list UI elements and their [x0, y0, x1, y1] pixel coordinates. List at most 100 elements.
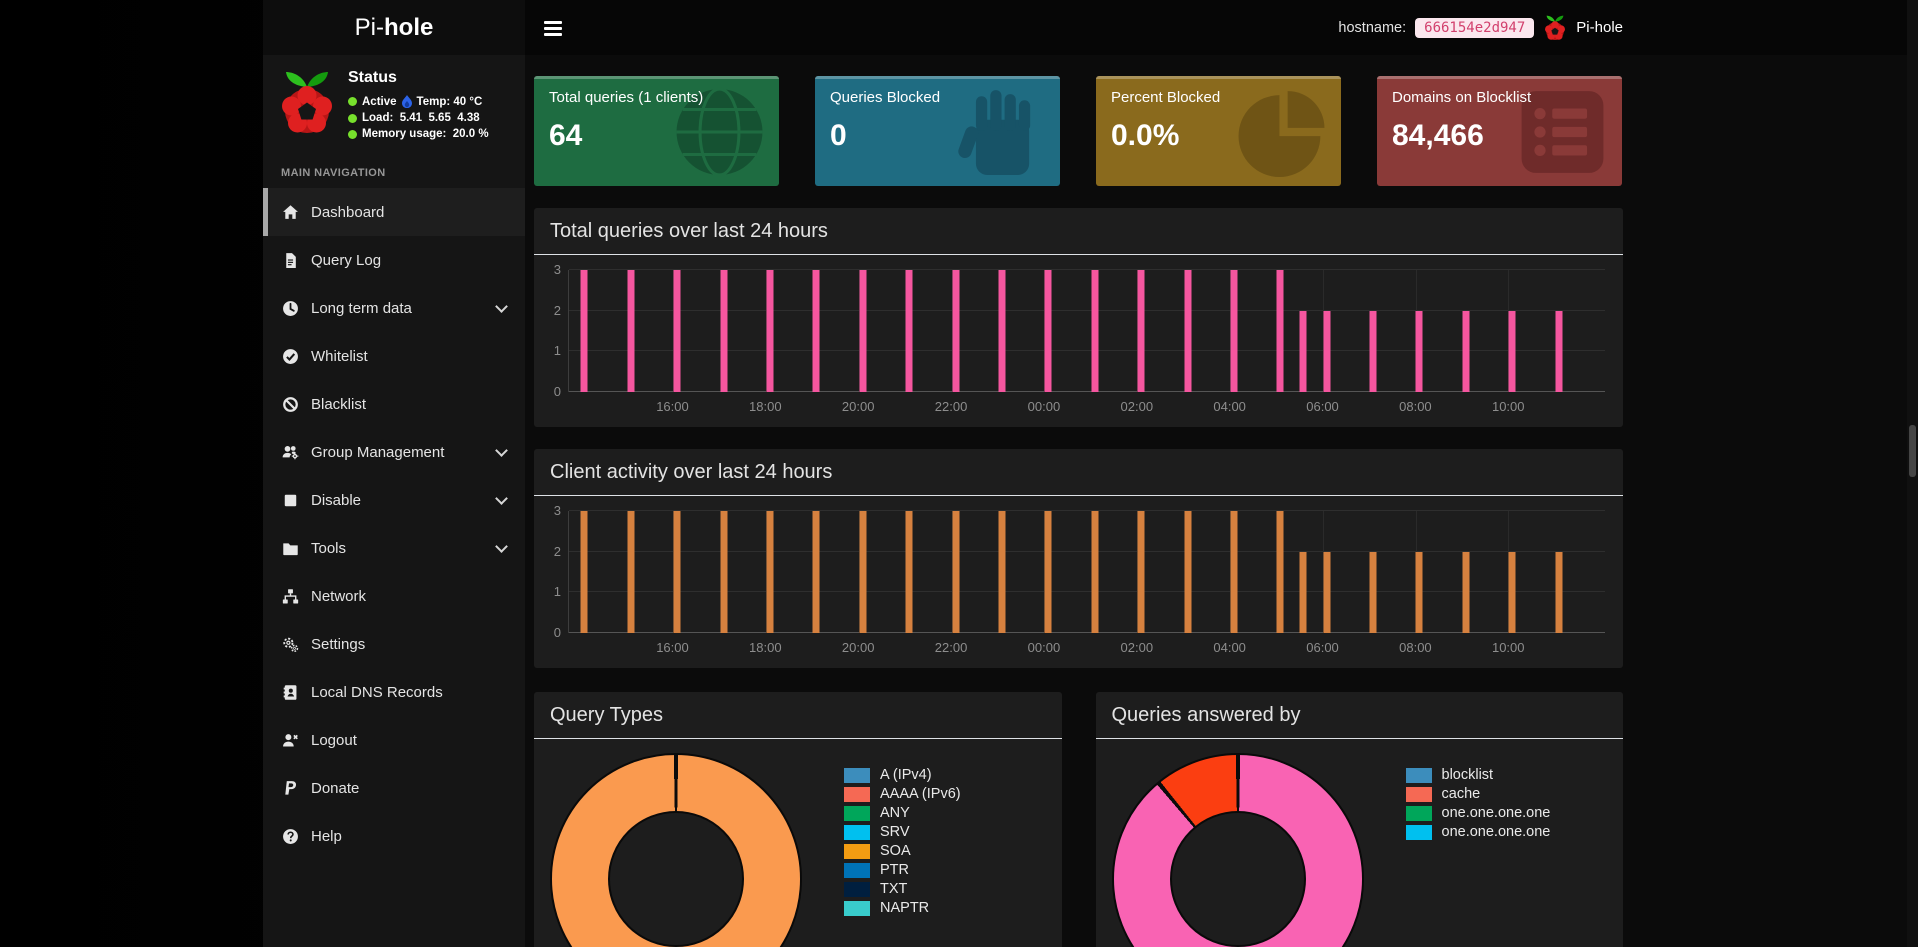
status-load-value: Load: 5.41 5.65 4.38: [362, 112, 480, 124]
bar-11:05[interactable]: [1555, 311, 1562, 392]
bar-00:05[interactable]: [1045, 511, 1052, 633]
sidebar-item-label: Disable: [311, 492, 361, 509]
bar-15:05[interactable]: [627, 270, 634, 392]
bar-06:05[interactable]: [1323, 552, 1330, 633]
bar-01:05[interactable]: [1091, 511, 1098, 633]
bar-01:05[interactable]: [1091, 270, 1098, 392]
bar-chart-plot-area[interactable]: [568, 511, 1605, 633]
temperature-flame-icon: [402, 95, 412, 108]
x-axis-tick-label: 20:00: [842, 640, 875, 655]
legend-item: SRV: [844, 824, 961, 840]
sidebar-item-network[interactable]: Network: [263, 572, 525, 620]
bar-17:05[interactable]: [720, 511, 727, 633]
bar-04:05[interactable]: [1230, 270, 1237, 392]
sidebar-nav-header: MAIN NAVIGATION: [263, 152, 525, 188]
queries-answered-donut-chart[interactable]: [1112, 753, 1364, 947]
sidebar-item-disable[interactable]: Disable: [263, 476, 525, 524]
bar-16:05[interactable]: [674, 511, 681, 633]
bar-03:05[interactable]: [1184, 511, 1191, 633]
bar-08:05[interactable]: [1416, 552, 1423, 633]
stat-card-queries-blocked[interactable]: Queries Blocked0: [815, 76, 1060, 186]
sidebar-item-label: Group Management: [311, 444, 444, 461]
bar-09:05[interactable]: [1462, 311, 1469, 392]
bar-22:05[interactable]: [952, 511, 959, 633]
bar-05:05[interactable]: [1277, 270, 1284, 392]
x-axis-tick-label: 06:00: [1306, 399, 1339, 414]
bar-18:05[interactable]: [767, 511, 774, 633]
bar-22:05[interactable]: [952, 270, 959, 392]
legend-color-swatch: [844, 901, 870, 916]
bar-03:05[interactable]: [1184, 270, 1191, 392]
brand-text-prefix: Pi-: [355, 14, 384, 42]
total-queries-bar-chart[interactable]: 012316:0018:0020:0022:0000:0002:0004:000…: [542, 270, 1605, 416]
stat-card-total-queries-1-clients-[interactable]: Total queries (1 clients)64: [534, 76, 779, 186]
legend-label: SOA: [880, 843, 911, 859]
sidebar-item-local-dns-records[interactable]: Local DNS Records: [263, 668, 525, 716]
y-axis-tick-label: 2: [554, 545, 561, 558]
bar-19:05[interactable]: [813, 511, 820, 633]
bar-18:05[interactable]: [767, 270, 774, 392]
bar-20:05[interactable]: [859, 511, 866, 633]
bar-17:05[interactable]: [720, 270, 727, 392]
queries-answered-legend: blocklistcacheone.one.one.oneone.one.one…: [1406, 767, 1551, 947]
x-axis-tick-label: 00:00: [1028, 640, 1061, 655]
bar-16:05[interactable]: [674, 270, 681, 392]
bar-21:05[interactable]: [906, 270, 913, 392]
sidebar-item-tools[interactable]: Tools: [263, 524, 525, 572]
bar-10:05[interactable]: [1509, 552, 1516, 633]
x-axis-tick-label: 10:00: [1492, 640, 1525, 655]
brand-link[interactable]: Pi-hole: [263, 0, 525, 55]
bar-08:05[interactable]: [1416, 311, 1423, 392]
bar-00:05[interactable]: [1045, 270, 1052, 392]
raspberry-icon: [1543, 14, 1567, 42]
sidebar-item-blacklist[interactable]: Blacklist: [263, 380, 525, 428]
bar-23:05[interactable]: [998, 511, 1005, 633]
bar-05:05[interactable]: [1277, 511, 1284, 633]
bar-19:05[interactable]: [813, 270, 820, 392]
stat-card-percent-blocked[interactable]: Percent Blocked0.0%: [1096, 76, 1341, 186]
bar-15:05[interactable]: [627, 511, 634, 633]
bar-02:05[interactable]: [1138, 270, 1145, 392]
sidebar-item-logout[interactable]: Logout: [263, 716, 525, 764]
sidebar-toggle-button[interactable]: [542, 19, 564, 38]
bar-10:05[interactable]: [1509, 311, 1516, 392]
legend-item: one.one.one.one: [1406, 805, 1551, 821]
bar-11:05[interactable]: [1555, 552, 1562, 633]
sidebar-item-query-log[interactable]: Query Log: [263, 236, 525, 284]
bar-14:05[interactable]: [581, 511, 588, 633]
sidebar: Pi-hole Status Active: [263, 0, 525, 947]
y-axis: 0123: [542, 511, 568, 633]
bar-23:05[interactable]: [998, 270, 1005, 392]
sidebar-item-long-term-data[interactable]: Long term data: [263, 284, 525, 332]
chevron-down-icon: [495, 492, 508, 505]
sidebar-item-whitelist[interactable]: Whitelist: [263, 332, 525, 380]
panel-header: Client activity over last 24 hours: [534, 449, 1623, 496]
sidebar-item-settings[interactable]: Settings: [263, 620, 525, 668]
query-types-donut-chart[interactable]: [550, 753, 802, 947]
bar-02:05[interactable]: [1138, 511, 1145, 633]
client-activity-bar-chart[interactable]: 012316:0018:0020:0022:0000:0002:0004:000…: [542, 511, 1605, 657]
bar-05:35[interactable]: [1300, 552, 1307, 633]
bar-06:05[interactable]: [1323, 311, 1330, 392]
stat-card-title: Total queries (1 clients): [549, 89, 764, 106]
bar-chart-plot-area[interactable]: [568, 270, 1605, 392]
bar-07:05[interactable]: [1370, 552, 1377, 633]
sidebar-item-donate[interactable]: Donate: [263, 764, 525, 812]
bar-07:05[interactable]: [1370, 311, 1377, 392]
bar-20:05[interactable]: [859, 270, 866, 392]
legend-item: ANY: [844, 805, 961, 821]
bar-09:05[interactable]: [1462, 552, 1469, 633]
bar-14:05[interactable]: [581, 270, 588, 392]
sidebar-item-group-management[interactable]: Group Management: [263, 428, 525, 476]
y-axis-tick-label: 1: [554, 344, 561, 357]
scrollbar-thumb[interactable]: [1909, 425, 1916, 477]
legend-color-swatch: [1406, 806, 1432, 821]
sidebar-item-dashboard[interactable]: Dashboard: [263, 188, 525, 236]
clock-icon: [280, 299, 300, 317]
bar-21:05[interactable]: [906, 511, 913, 633]
bar-04:05[interactable]: [1230, 511, 1237, 633]
bar-05:35[interactable]: [1300, 311, 1307, 392]
panel-title: Total queries over last 24 hours: [550, 220, 828, 242]
stat-card-domains-on-blocklist[interactable]: Domains on Blocklist84,466: [1377, 76, 1622, 186]
sidebar-item-help[interactable]: Help: [263, 812, 525, 860]
